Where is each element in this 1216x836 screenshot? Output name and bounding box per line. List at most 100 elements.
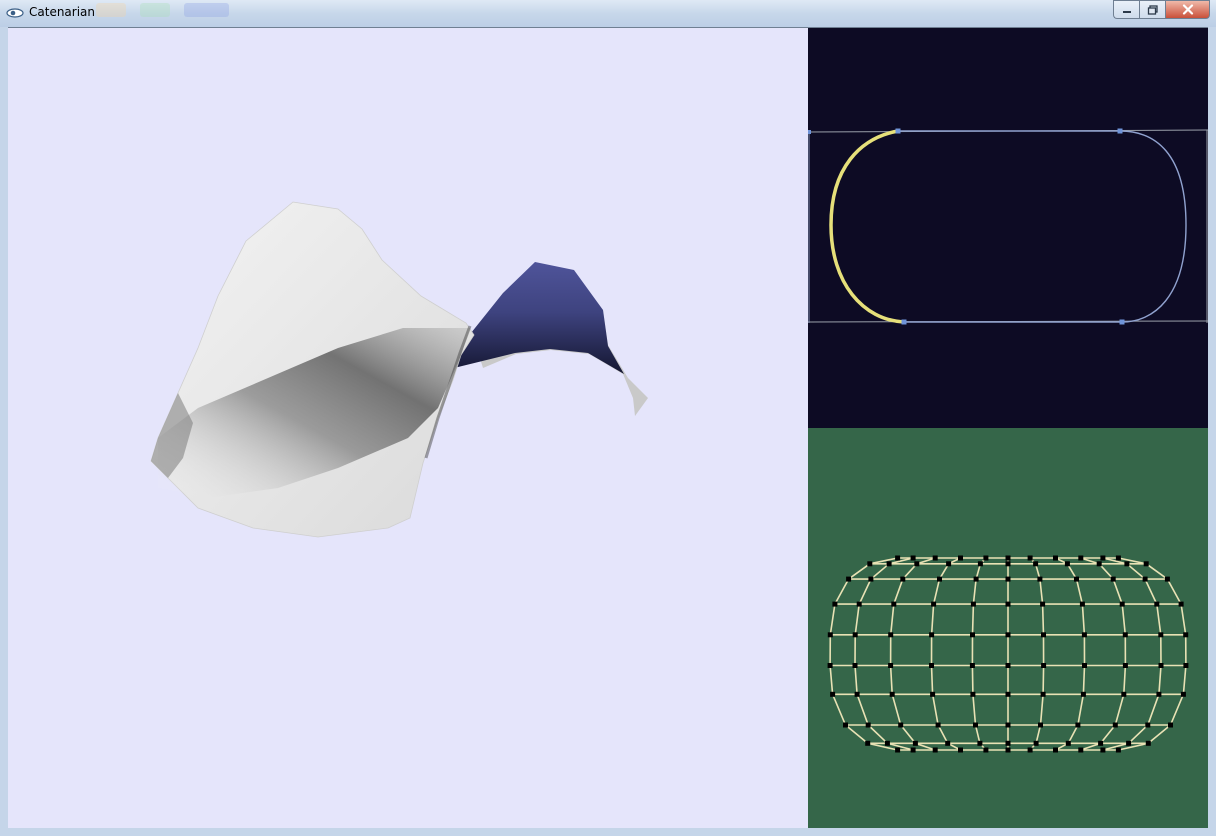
mesh-vertex[interactable] (937, 576, 942, 582)
mesh-vertex[interactable] (1005, 722, 1011, 728)
mesh-vertex[interactable] (1122, 663, 1128, 668)
mesh-vertex[interactable] (898, 722, 904, 728)
mesh-vertex[interactable] (973, 576, 979, 582)
mesh-vertex[interactable] (1005, 561, 1011, 567)
mesh-vertex[interactable] (910, 747, 916, 753)
mesh-vertex[interactable] (1079, 601, 1085, 607)
mesh-grid-view[interactable] (808, 428, 1208, 828)
mesh-vertex[interactable] (891, 601, 897, 607)
mesh-vertex[interactable] (1005, 576, 1011, 582)
mesh-vertex[interactable] (977, 740, 983, 746)
mesh-vertex[interactable] (843, 722, 848, 728)
mesh-vertex[interactable] (983, 747, 989, 753)
mesh-vertex[interactable] (929, 632, 935, 638)
mesh-vertex[interactable] (1100, 555, 1106, 561)
mesh-vertex[interactable] (856, 601, 862, 607)
profile-curve-view[interactable] (808, 28, 1208, 428)
maximize-button[interactable] (1139, 0, 1165, 19)
mesh-vertex[interactable] (1074, 576, 1079, 582)
mesh-vertex[interactable] (910, 555, 916, 561)
mesh-vertex[interactable] (1119, 601, 1125, 607)
mesh-vertex[interactable] (929, 663, 934, 668)
mesh-vertex[interactable] (1142, 576, 1148, 582)
title-bar[interactable]: Catenarian (0, 0, 1216, 27)
mesh-vertex[interactable] (930, 691, 936, 697)
mesh-vertex[interactable] (852, 663, 858, 668)
mesh-vertex[interactable] (865, 722, 871, 728)
mesh-vertex[interactable] (958, 747, 963, 753)
control-handle[interactable] (1117, 128, 1123, 134)
mesh-vertex[interactable] (830, 691, 836, 697)
mesh-vertex[interactable] (1112, 722, 1118, 728)
mesh-vertex[interactable] (1126, 740, 1132, 746)
mesh-vertex[interactable] (1183, 632, 1189, 638)
mesh-vertex[interactable] (935, 722, 941, 728)
mesh-vertex[interactable] (945, 740, 951, 746)
mesh-vertex[interactable] (1180, 691, 1186, 697)
mesh-vertex[interactable] (1053, 747, 1058, 753)
mesh-vertex[interactable] (931, 601, 937, 607)
mesh-vertex[interactable] (1115, 747, 1121, 753)
mesh-vertex[interactable] (1041, 663, 1047, 668)
mesh-vertex[interactable] (1053, 555, 1058, 561)
mesh-vertex[interactable] (1158, 632, 1164, 638)
mesh-vertex[interactable] (932, 555, 938, 561)
mesh-vertex[interactable] (973, 722, 978, 728)
mesh-vertex[interactable] (1096, 561, 1102, 567)
mesh-vertex[interactable] (1033, 740, 1039, 746)
mesh-vertex[interactable] (977, 561, 983, 567)
control-handle[interactable] (1119, 319, 1125, 325)
mesh-vertex[interactable] (1098, 740, 1104, 746)
mesh-vertex[interactable] (832, 601, 838, 607)
mesh-vertex[interactable] (1124, 561, 1130, 567)
mesh-vertex[interactable] (1064, 561, 1070, 567)
mesh-vertex[interactable] (1156, 691, 1162, 697)
mesh-vertex[interactable] (1005, 691, 1011, 697)
mesh-vertex[interactable] (1027, 747, 1033, 753)
mesh-vertex[interactable] (983, 555, 989, 561)
mesh-vertex[interactable] (946, 561, 952, 567)
control-handle[interactable] (895, 128, 901, 134)
surface-3d-viewport[interactable] (8, 28, 808, 828)
mesh-vertex[interactable] (970, 632, 975, 638)
close-button[interactable] (1165, 0, 1210, 19)
mesh-vertex[interactable] (895, 747, 901, 753)
mesh-vertex[interactable] (970, 601, 976, 607)
mesh-vertex[interactable] (886, 561, 892, 567)
mesh-vertex[interactable] (846, 576, 852, 582)
mesh-vertex[interactable] (1080, 691, 1086, 697)
mesh-vertex[interactable] (1033, 561, 1039, 567)
mesh-vertex[interactable] (1154, 601, 1160, 607)
mesh-vertex[interactable] (969, 663, 975, 668)
mesh-vertex[interactable] (1078, 747, 1084, 753)
mesh-vertex[interactable] (1168, 722, 1173, 728)
mesh-vertex[interactable] (1005, 555, 1011, 561)
mesh-vertex[interactable] (854, 691, 860, 697)
mesh-vertex[interactable] (1038, 722, 1043, 728)
mesh-vertex[interactable] (1164, 576, 1170, 582)
mesh-vertex[interactable] (1145, 722, 1151, 728)
mesh-vertex[interactable] (1027, 555, 1033, 561)
mesh-vertex[interactable] (1041, 632, 1046, 638)
mesh-vertex[interactable] (1005, 747, 1011, 753)
mesh-vertex[interactable] (827, 632, 833, 638)
mesh-vertex[interactable] (1040, 601, 1046, 607)
mesh-vertex[interactable] (1005, 601, 1011, 607)
mesh-vertex[interactable] (1081, 632, 1087, 638)
mesh-vertex[interactable] (914, 561, 920, 567)
mesh-vertex[interactable] (827, 663, 833, 668)
mesh-vertex[interactable] (888, 663, 894, 668)
mesh-vertex[interactable] (1005, 740, 1011, 746)
mesh-vertex[interactable] (1005, 632, 1011, 638)
mesh-vertex[interactable] (1078, 555, 1084, 561)
mesh-vertex[interactable] (1037, 576, 1043, 582)
mesh-vertex[interactable] (1145, 740, 1151, 746)
mesh-vertex[interactable] (865, 740, 871, 746)
window-frame-left[interactable] (0, 27, 8, 836)
mesh-vertex[interactable] (1065, 740, 1071, 746)
mesh-vertex[interactable] (1005, 663, 1011, 668)
mesh-vertex[interactable] (1143, 561, 1149, 567)
mesh-vertex[interactable] (1183, 663, 1189, 668)
control-handle[interactable] (901, 319, 907, 325)
mesh-vertex[interactable] (1158, 663, 1164, 668)
